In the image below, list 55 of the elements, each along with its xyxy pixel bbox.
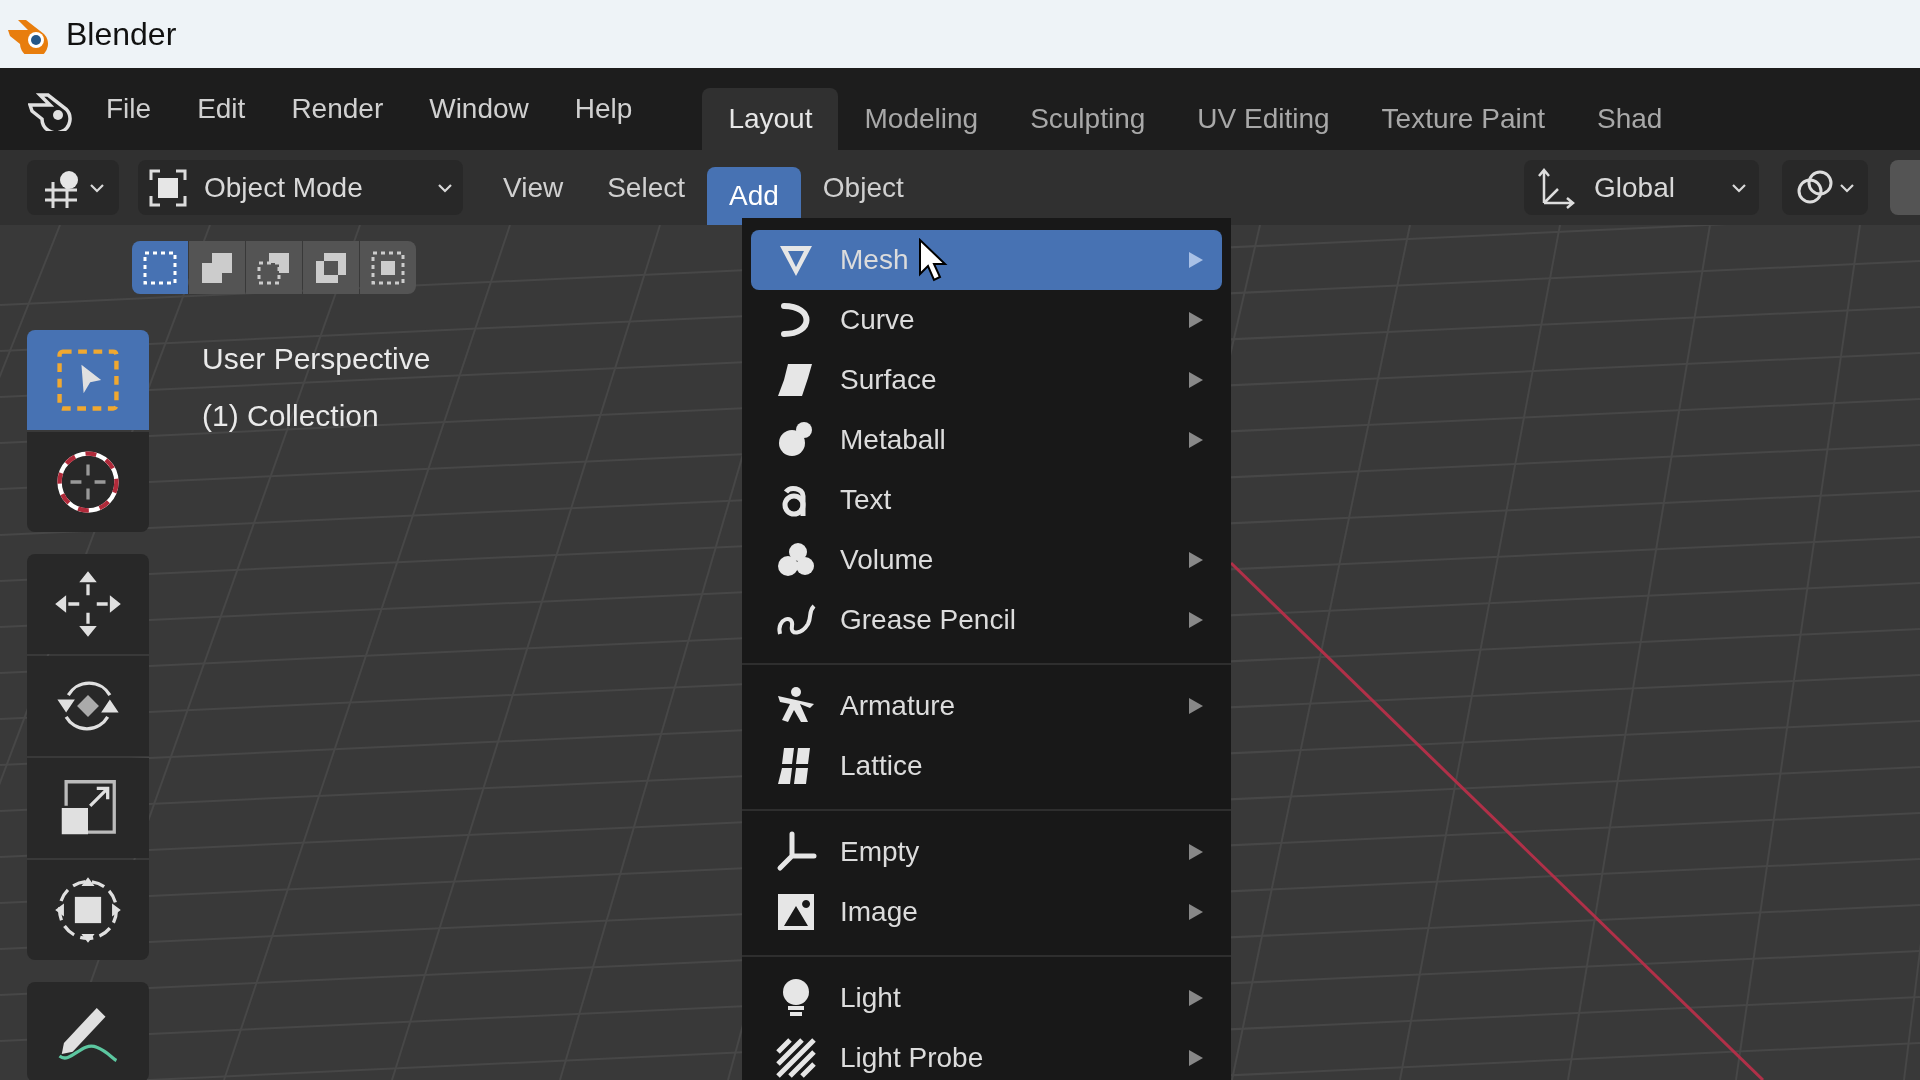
select-mode-button[interactable] bbox=[132, 241, 188, 294]
menu-entry[interactable]: Light Probe bbox=[751, 1028, 1222, 1080]
tool-button[interactable] bbox=[27, 656, 149, 756]
menu-entry[interactable]: Volume bbox=[751, 530, 1222, 590]
menu-entry[interactable]: Grease Pencil bbox=[751, 590, 1222, 650]
menu-item[interactable]: File bbox=[106, 88, 152, 130]
chevron-icon bbox=[1731, 182, 1747, 193]
menu-item[interactable]: Render bbox=[291, 88, 384, 130]
menu-entry[interactable]: Empty bbox=[751, 822, 1222, 882]
orientation-dropdown[interactable]: Global bbox=[1524, 160, 1759, 215]
menu-entry[interactable]: Text bbox=[751, 470, 1222, 530]
viewport-info-text: User Perspective bbox=[202, 341, 431, 377]
tool-button[interactable] bbox=[27, 758, 149, 858]
workspace-tab[interactable]: Modeling bbox=[838, 88, 1005, 150]
tool-button[interactable] bbox=[27, 860, 149, 960]
window-title: Blender bbox=[66, 15, 177, 54]
workspace-tab[interactable]: Layout bbox=[702, 88, 839, 150]
select-mode-button[interactable] bbox=[189, 241, 245, 294]
tool-button[interactable] bbox=[27, 982, 149, 1080]
menu-entry[interactable]: Light bbox=[751, 968, 1222, 1028]
chevron-icon bbox=[1839, 182, 1855, 193]
menu-entry[interactable]: Metaball bbox=[751, 410, 1222, 470]
menu-item[interactable]: Help bbox=[574, 88, 633, 130]
workspace-tab[interactable]: Shad bbox=[1571, 88, 1689, 150]
transform-icon bbox=[53, 875, 123, 945]
workspace-tab[interactable]: UV Editing bbox=[1171, 88, 1356, 150]
menu-item[interactable]: Edit bbox=[197, 88, 246, 130]
menu-entry[interactable]: Image bbox=[751, 882, 1222, 942]
header-menu[interactable]: Select bbox=[585, 166, 707, 209]
header-menu[interactable]: Object bbox=[800, 166, 926, 209]
menu-entry[interactable]: Curve bbox=[751, 290, 1222, 350]
workspace-tab[interactable]: Sculpting bbox=[1004, 88, 1172, 150]
chevron-icon bbox=[89, 182, 105, 193]
mode-dropdown[interactable]: Object Mode bbox=[138, 160, 463, 215]
tool-button[interactable] bbox=[27, 432, 149, 532]
viewport-info-text: (1) Collection bbox=[202, 398, 380, 434]
header-menu[interactable]: Add bbox=[707, 167, 801, 225]
header-menu[interactable]: View bbox=[481, 166, 586, 209]
object-mode-icon bbox=[148, 167, 188, 208]
chevron-icon bbox=[437, 182, 453, 193]
pivot-dropdown[interactable] bbox=[1782, 160, 1868, 215]
menu-item[interactable]: Window bbox=[429, 88, 529, 130]
mouse-pointer-icon bbox=[918, 238, 948, 284]
editor-type-button[interactable] bbox=[27, 160, 119, 215]
workspace-tab[interactable]: Texture Paint bbox=[1355, 88, 1572, 150]
tool-button[interactable] bbox=[27, 554, 149, 654]
move-icon bbox=[53, 569, 123, 639]
menu-entry[interactable]: Mesh bbox=[751, 230, 1222, 290]
select-mode-button[interactable] bbox=[360, 241, 416, 294]
menu-entry[interactable]: Lattice bbox=[751, 736, 1222, 796]
probe-icon bbox=[774, 1036, 818, 1080]
select-mode-button[interactable] bbox=[303, 241, 359, 294]
menu-entry[interactable]: Surface bbox=[751, 350, 1222, 410]
select-mode-button[interactable] bbox=[246, 241, 302, 294]
menu-entry[interactable]: Armature bbox=[751, 676, 1222, 736]
